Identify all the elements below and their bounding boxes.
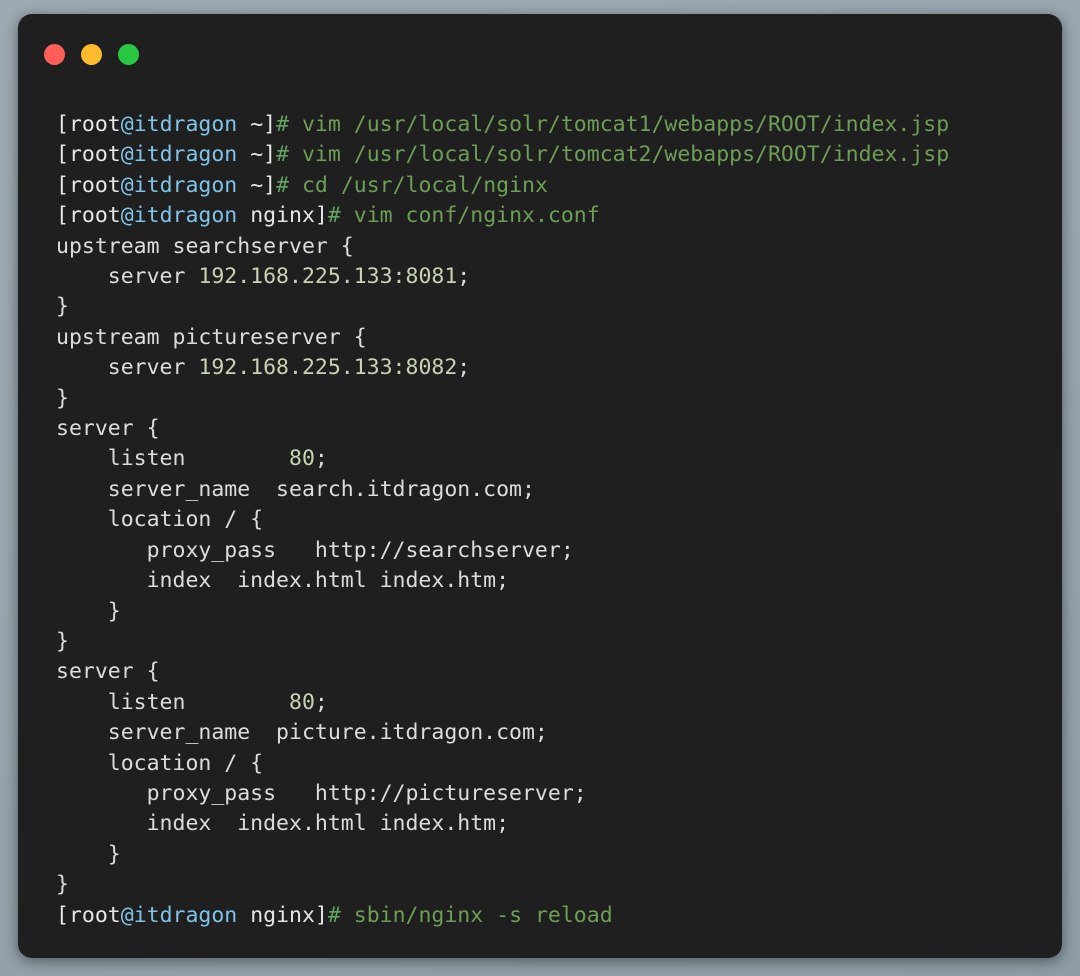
terminal-output-line: upstream pictureserver {: [56, 323, 1062, 353]
terminal-output-line: }: [56, 870, 1062, 900]
config-terminator: ;: [457, 355, 471, 381]
terminal-prompt-line: [root@itdragon nginx]# vim conf/nginx.co…: [56, 201, 1062, 231]
config-text: server_name search.itdragon.com;: [56, 476, 535, 502]
terminal-prompt-line: [root@itdragon ~]# vim /usr/local/solr/t…: [56, 140, 1062, 170]
config-value: 80: [289, 446, 315, 472]
prompt-hash-symbol: #: [276, 142, 302, 168]
config-text: upstream pictureserver {: [56, 324, 367, 350]
prompt-bracket-open: [: [56, 902, 69, 928]
config-text: upstream searchserver {: [56, 233, 354, 259]
terminal-output-line: location / {: [56, 505, 1062, 535]
terminal-command: vim /usr/local/solr/tomcat1/webapps/ROOT…: [301, 112, 950, 137]
config-text: server: [56, 355, 199, 381]
terminal-output-line: }: [56, 840, 1062, 870]
config-value: 192.168.225.133:8082: [198, 355, 458, 381]
prompt-hash-symbol: #: [327, 203, 354, 229]
terminal-output-line: server {: [56, 657, 1062, 687]
config-text: index index.html index.htm;: [56, 811, 510, 837]
config-text: }: [56, 598, 121, 624]
config-text: }: [56, 841, 121, 867]
terminal-window: [root@itdragon ~]# vim /usr/local/solr/t…: [18, 14, 1062, 958]
config-text: server: [56, 264, 199, 290]
terminal-output-line: }: [56, 292, 1062, 322]
prompt-at-symbol: @: [120, 172, 134, 198]
prompt-user: root: [68, 203, 121, 229]
terminal-output-line: index index.html index.htm;: [56, 809, 1062, 839]
terminal-output-line: server_name picture.itdragon.com;: [56, 718, 1062, 748]
prompt-at-symbol: @: [120, 902, 134, 928]
prompt-hostname: itdragon: [133, 902, 238, 928]
config-text: }: [56, 385, 69, 411]
terminal-output-line: }: [56, 627, 1062, 657]
terminal-output-line: location / {: [56, 749, 1062, 779]
prompt-bracket-open: [: [56, 172, 69, 198]
config-text: server_name picture.itdragon.com;: [56, 720, 548, 746]
terminal-command: vim /usr/local/solr/tomcat2/webapps/ROOT…: [301, 142, 950, 168]
config-text: index index.html index.htm;: [56, 568, 510, 594]
terminal-output-line: server 192.168.225.133:8082;: [56, 353, 1062, 383]
prompt-hash-symbol: #: [276, 172, 302, 198]
terminal-output-line: server 192.168.225.133:8081;: [56, 262, 1062, 292]
prompt-hash-symbol: #: [276, 112, 302, 137]
config-text: listen: [56, 689, 289, 715]
prompt-cwd: ~]: [237, 112, 277, 137]
config-text: server {: [56, 659, 160, 685]
terminal-output[interactable]: [root@itdragon ~]# vim /usr/local/solr/t…: [18, 86, 1062, 931]
terminal-output-line: index index.html index.htm;: [56, 566, 1062, 596]
config-terminator: ;: [314, 446, 328, 472]
maximize-button[interactable]: [118, 44, 139, 65]
config-text: }: [56, 628, 69, 654]
terminal-prompt-line: [root@itdragon ~]# cd /usr/local/nginx: [56, 171, 1062, 201]
config-terminator: ;: [457, 264, 471, 290]
prompt-hostname: itdragon: [133, 203, 238, 229]
title-bar[interactable]: [18, 14, 1062, 86]
config-text: }: [56, 872, 69, 898]
terminal-command: cd /usr/local/nginx: [301, 172, 548, 198]
terminal-prompt-line: [root@itdragon ~]# vim /usr/local/solr/t…: [56, 110, 1062, 140]
terminal-output-line: proxy_pass http://searchserver;: [56, 536, 1062, 566]
prompt-bracket-open: [: [56, 203, 69, 229]
config-value: 192.168.225.133:8081: [198, 264, 458, 290]
config-text: server {: [56, 416, 160, 442]
terminal-output-line: }: [56, 597, 1062, 627]
terminal-output-line: server {: [56, 414, 1062, 444]
window-controls: [44, 44, 139, 65]
terminal-output-line: server_name search.itdragon.com;: [56, 475, 1062, 505]
config-terminator: ;: [314, 689, 328, 715]
prompt-hash-symbol: #: [327, 902, 354, 928]
terminal-command: sbin/nginx -s reload: [353, 902, 613, 928]
prompt-user: root: [68, 112, 121, 137]
prompt-bracket-open: [: [56, 112, 69, 137]
prompt-at-symbol: @: [120, 142, 134, 168]
config-text: proxy_pass http://searchserver;: [56, 537, 574, 563]
config-value: 80: [289, 689, 315, 715]
prompt-hostname: itdragon: [133, 142, 238, 168]
terminal-output-line: upstream searchserver {: [56, 232, 1062, 262]
config-text: proxy_pass http://pictureserver;: [56, 780, 587, 806]
terminal-prompt-line: [root@itdragon nginx]# sbin/nginx -s rel…: [56, 901, 1062, 931]
prompt-hostname: itdragon: [133, 112, 238, 137]
prompt-cwd: nginx]: [237, 902, 328, 928]
prompt-cwd: ~]: [237, 142, 277, 168]
minimize-button[interactable]: [81, 44, 102, 65]
prompt-at-symbol: @: [120, 112, 134, 137]
prompt-at-symbol: @: [120, 203, 134, 229]
prompt-bracket-open: [: [56, 142, 69, 168]
prompt-user: root: [68, 142, 121, 168]
prompt-cwd: ~]: [237, 172, 277, 198]
terminal-output-line: listen 80;: [56, 444, 1062, 474]
config-text: location / {: [56, 507, 264, 533]
prompt-cwd: nginx]: [237, 203, 328, 229]
config-text: location / {: [56, 750, 264, 776]
terminal-command: vim conf/nginx.conf: [353, 203, 600, 229]
terminal-output-line: }: [56, 384, 1062, 414]
config-text: }: [56, 294, 69, 320]
prompt-user: root: [68, 902, 121, 928]
prompt-user: root: [68, 172, 121, 198]
prompt-hostname: itdragon: [133, 172, 238, 198]
close-button[interactable]: [44, 44, 65, 65]
config-text: listen: [56, 446, 289, 472]
terminal-output-line: listen 80;: [56, 688, 1062, 718]
terminal-output-line: proxy_pass http://pictureserver;: [56, 779, 1062, 809]
